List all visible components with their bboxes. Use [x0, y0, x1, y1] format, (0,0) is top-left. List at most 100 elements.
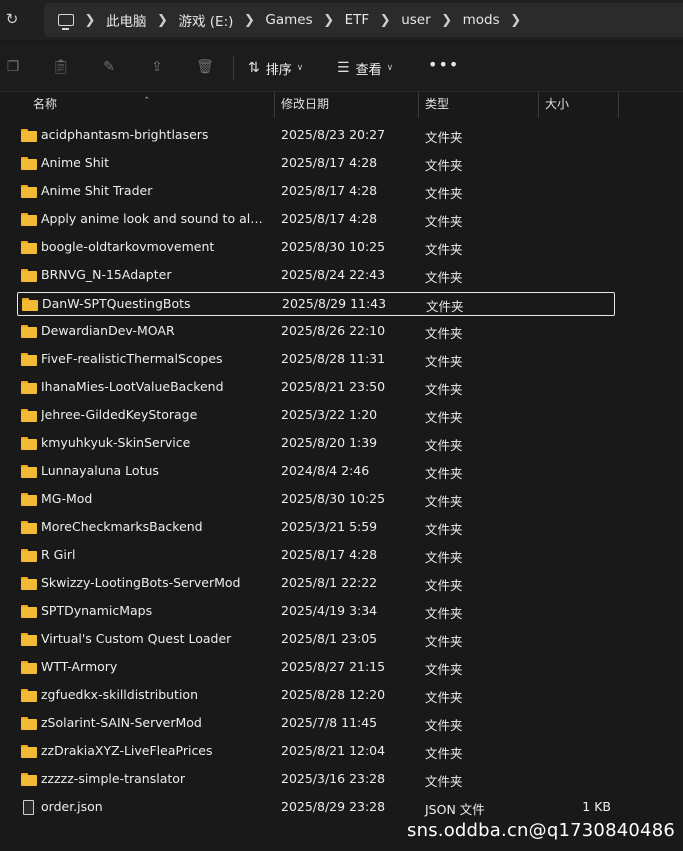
breadcrumb-this-pc[interactable]: 此电脑 [106, 10, 147, 30]
column-header-name[interactable]: 名称 [33, 92, 57, 118]
folder-icon [21, 745, 37, 758]
column-header-size[interactable]: 大小 [545, 92, 569, 118]
chevron-right-icon[interactable]: ❯ [313, 13, 345, 28]
breadcrumb-etf[interactable]: ETF [345, 12, 370, 28]
folder-icon [22, 298, 38, 311]
chevron-right-icon[interactable]: ❯ [233, 13, 265, 28]
item-date: 2025/8/21 23:50 [281, 379, 386, 394]
view-button[interactable]: ☰ 查看 ∨ [337, 56, 393, 80]
list-item[interactable]: MoreCheckmarksBackend 2025/3/21 5:59 文件夹 [17, 516, 615, 540]
item-type: 文件夹 [425, 326, 463, 341]
share-icon[interactable]: ⇪ [148, 57, 166, 77]
breadcrumb-mods[interactable]: mods [463, 12, 500, 28]
list-item[interactable]: Anime Shit 2025/8/17 4:28 文件夹 [17, 152, 615, 176]
item-name: Virtual's Custom Quest Loader [41, 631, 232, 646]
list-item[interactable]: SPTDynamicMaps 2025/4/19 3:34 文件夹 [17, 600, 615, 624]
list-item[interactable]: order.json 2025/8/29 23:28 JSON 文件 1 KB [17, 796, 615, 820]
folder-icon [21, 689, 37, 702]
sort-button[interactable]: ⇅ 排序 ∨ [248, 56, 303, 80]
computer-icon [58, 14, 74, 30]
breadcrumb-drive-e[interactable]: 游戏 (E:) [179, 10, 234, 30]
chevron-right-icon[interactable]: ❯ [431, 13, 463, 28]
item-size: 1 KB [582, 799, 611, 814]
list-item[interactable]: FiveF-realisticThermalScopes 2025/8/28 11… [17, 348, 615, 372]
chevron-right-icon[interactable]: ❯ [500, 13, 532, 28]
list-item[interactable]: Apply anime look and sound to all c... 20… [17, 208, 615, 232]
sort-ascending-icon: ‸ [145, 88, 149, 99]
list-item[interactable]: Lunnayaluna Lotus 2024/8/4 2:46 文件夹 [17, 460, 615, 484]
item-type: 文件夹 [425, 382, 463, 397]
column-divider[interactable] [538, 92, 539, 118]
delete-icon[interactable]: 🗑︎ [196, 57, 214, 77]
list-item[interactable]: Virtual's Custom Quest Loader 2025/8/1 23… [17, 628, 615, 652]
file-list: ‸ 名称 修改日期 类型 大小 acidphantasm-brightlaser… [0, 88, 683, 851]
folder-icon [21, 185, 37, 198]
item-type: 文件夹 [426, 299, 464, 314]
item-type: 文件夹 [425, 242, 463, 257]
item-name: SPTDynamicMaps [41, 603, 153, 618]
column-divider[interactable] [418, 92, 419, 118]
list-item[interactable]: Anime Shit Trader 2025/8/17 4:28 文件夹 [17, 180, 615, 204]
column-divider[interactable] [618, 92, 619, 118]
breadcrumb-user[interactable]: user [401, 12, 430, 28]
list-item[interactable]: zzzzz-simple-translator 2025/3/16 23:28 文件… [17, 768, 615, 792]
folder-icon [21, 521, 37, 534]
column-header-date[interactable]: 修改日期 [281, 92, 329, 118]
item-type: 文件夹 [425, 606, 463, 621]
column-divider[interactable] [274, 92, 275, 118]
list-item[interactable]: Jehree-GildedKeyStorage 2025/3/22 1:20 文件夹 [17, 404, 615, 428]
list-item[interactable]: zSolarint-SAIN-ServerMod 2025/7/8 11:45 文件… [17, 712, 615, 736]
chevron-right-icon[interactable]: ❯ [369, 13, 401, 28]
copy-icon[interactable]: ❐ [4, 57, 22, 77]
column-header-type[interactable]: 类型 [425, 92, 449, 118]
folder-icon [21, 717, 37, 730]
item-type: 文件夹 [425, 718, 463, 733]
item-type: 文件夹 [425, 158, 463, 173]
list-item[interactable]: R Girl 2025/8/17 4:28 文件夹 [17, 544, 615, 568]
file-icon [23, 800, 34, 815]
paste-icon[interactable]: 📋︎ [52, 57, 70, 77]
rename-icon[interactable]: ✎ [100, 57, 118, 77]
chevron-right-icon[interactable]: ❯ [74, 13, 106, 28]
item-date: 2025/8/29 23:28 [281, 799, 386, 814]
item-date: 2025/3/16 23:28 [281, 771, 386, 786]
item-date: 2025/8/17 4:28 [281, 155, 378, 170]
folder-icon [21, 325, 37, 338]
list-item[interactable]: BRNVG_N-15Adapter 2025/8/24 22:43 文件夹 [17, 264, 615, 288]
list-item[interactable]: Skwizzy-LootingBots-ServerMod 2025/8/1 22… [17, 572, 615, 596]
item-date: 2025/8/17 4:28 [281, 547, 378, 562]
item-date: 2025/8/29 11:43 [282, 296, 387, 311]
item-name: DanW-SPTQuestingBots [42, 296, 191, 311]
chevron-down-icon: ∨ [296, 63, 304, 73]
item-date: 2025/8/20 1:39 [281, 435, 378, 450]
item-date: 2025/8/30 10:25 [281, 239, 386, 254]
item-type: 文件夹 [425, 438, 463, 453]
list-item[interactable]: zzDrakiaXYZ-LiveFleaPrices 2025/8/21 12:0… [17, 740, 615, 764]
list-item[interactable]: zgfuedkx-skilldistribution 2025/8/28 12:2… [17, 684, 615, 708]
folder-icon [21, 661, 37, 674]
item-date: 2025/8/28 12:20 [281, 687, 386, 702]
item-date: 2025/8/30 10:25 [281, 491, 386, 506]
list-item[interactable]: MG-Mod 2025/8/30 10:25 文件夹 [17, 488, 615, 512]
list-item[interactable]: acidphantasm-brightlasers 2025/8/23 20:27… [17, 124, 615, 148]
refresh-icon[interactable]: ↻ [2, 9, 22, 29]
list-item[interactable]: DanW-SPTQuestingBots 2025/8/29 11:43 文件夹 [17, 292, 615, 316]
chevron-right-icon[interactable]: ❯ [147, 13, 179, 28]
list-item[interactable]: DewardianDev-MOAR 2025/8/26 22:10 文件夹 [17, 320, 615, 344]
list-item[interactable]: boogle-oldtarkovmovement 2025/8/30 10:25 文… [17, 236, 615, 260]
list-item[interactable]: IhanaMies-LootValueBackend 2025/8/21 23:5… [17, 376, 615, 400]
more-options-button[interactable]: ••• [428, 55, 459, 74]
address-bar-row: ↻ ❯ 此电脑 ❯ 游戏 (E:) ❯ Games ❯ ETF ❯ user ❯… [0, 0, 683, 40]
item-type: JSON 文件 [425, 802, 485, 817]
item-name: Anime Shit [41, 155, 110, 170]
list-item[interactable]: kmyuhkyuk-SkinService 2025/8/20 1:39 文件夹 [17, 432, 615, 456]
toolbar-divider [233, 56, 234, 80]
address-bar[interactable]: ❯ 此电脑 ❯ 游戏 (E:) ❯ Games ❯ ETF ❯ user ❯ m… [44, 3, 683, 37]
folder-icon [21, 129, 37, 142]
list-item[interactable]: WTT-Armory 2025/8/27 21:15 文件夹 [17, 656, 615, 680]
folder-icon [21, 269, 37, 282]
item-type: 文件夹 [425, 774, 463, 789]
item-type: 文件夹 [425, 746, 463, 761]
breadcrumb-games[interactable]: Games [265, 12, 312, 28]
item-name: Apply anime look and sound to all c... [41, 211, 263, 226]
